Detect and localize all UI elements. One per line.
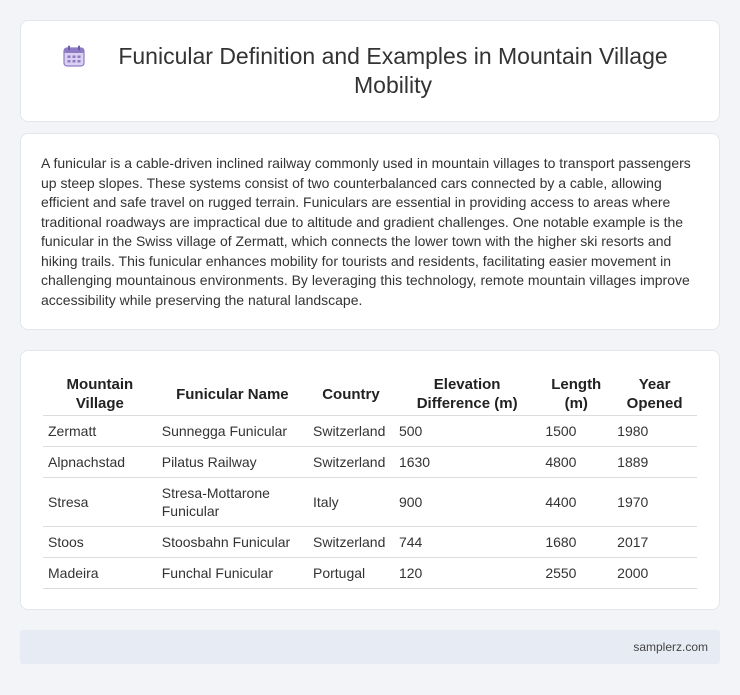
calendar-icon bbox=[61, 43, 87, 69]
table-cell: Stoos bbox=[43, 527, 157, 558]
footer: samplerz.com bbox=[20, 630, 720, 664]
funicular-table: Mountain Village Funicular Name Country … bbox=[43, 373, 697, 589]
table-cell: 120 bbox=[393, 558, 541, 589]
table-cell: 900 bbox=[393, 478, 541, 527]
table-cell: Switzerland bbox=[308, 447, 394, 478]
table-row: Stresa Stresa-Mottarone Funicular Italy … bbox=[43, 478, 697, 527]
footer-site-link[interactable]: samplerz.com bbox=[633, 640, 708, 654]
table-cell: 2550 bbox=[540, 558, 613, 589]
table-cell: Switzerland bbox=[308, 527, 394, 558]
table-cell: Sunnegga Funicular bbox=[156, 416, 308, 447]
table-cell: 1630 bbox=[393, 447, 541, 478]
table-cell: Zermatt bbox=[43, 416, 157, 447]
table-cell: 500 bbox=[393, 416, 541, 447]
table-cell: Pilatus Railway bbox=[156, 447, 308, 478]
table-cell: 1500 bbox=[540, 416, 613, 447]
table-cell: 1889 bbox=[612, 447, 697, 478]
table-cell: Stoosbahn Funicular bbox=[156, 527, 308, 558]
column-header: Elevation Difference (m) bbox=[393, 373, 541, 416]
page-title: Funicular Definition and Examples in Mou… bbox=[118, 43, 668, 98]
summary-card: A funicular is a cable-driven inclined r… bbox=[20, 133, 720, 330]
table-cell: Stresa bbox=[43, 478, 157, 527]
summary-paragraph: A funicular is a cable-driven inclined r… bbox=[41, 155, 691, 308]
table-cell: 2017 bbox=[612, 527, 697, 558]
table-header-row: Mountain Village Funicular Name Country … bbox=[43, 373, 697, 416]
table-cell: 1680 bbox=[540, 527, 613, 558]
column-header: Country bbox=[308, 373, 394, 416]
column-header: Year Opened bbox=[612, 373, 697, 416]
table-cell: 4400 bbox=[540, 478, 613, 527]
table-cell: Portugal bbox=[308, 558, 394, 589]
table-cell: Funchal Funicular bbox=[156, 558, 308, 589]
table-row: Alpnachstad Pilatus Railway Switzerland … bbox=[43, 447, 697, 478]
table-cell: 1980 bbox=[612, 416, 697, 447]
table-cell: Stresa-Mottarone Funicular bbox=[156, 478, 308, 527]
table-row: Madeira Funchal Funicular Portugal 120 2… bbox=[43, 558, 697, 589]
column-header: Funicular Name bbox=[156, 373, 308, 416]
table-cell: 744 bbox=[393, 527, 541, 558]
table-cell: 4800 bbox=[540, 447, 613, 478]
column-header: Mountain Village bbox=[43, 373, 157, 416]
table-row: Zermatt Sunnegga Funicular Switzerland 5… bbox=[43, 416, 697, 447]
title-row: Funicular Definition and Examples in Mou… bbox=[21, 21, 719, 121]
table-cell: 1970 bbox=[612, 478, 697, 527]
table-card: Mountain Village Funicular Name Country … bbox=[20, 350, 720, 610]
table-cell: Alpnachstad bbox=[43, 447, 157, 478]
table-cell: 2000 bbox=[612, 558, 697, 589]
table-cell: Italy bbox=[308, 478, 394, 527]
title-card: Funicular Definition and Examples in Mou… bbox=[20, 20, 720, 122]
table-cell: Madeira bbox=[43, 558, 157, 589]
table-cell: Switzerland bbox=[308, 416, 394, 447]
column-header: Length (m) bbox=[540, 373, 613, 416]
table-row: Stoos Stoosbahn Funicular Switzerland 74… bbox=[43, 527, 697, 558]
